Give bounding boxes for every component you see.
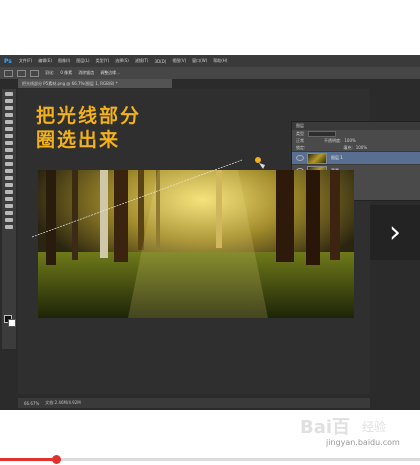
stamp-tool-icon[interactable] xyxy=(5,148,13,152)
kind-label: 类型 xyxy=(296,130,304,136)
quick-select-tool-icon[interactable] xyxy=(5,113,13,117)
menu-select[interactable]: 选择(S) xyxy=(112,58,132,64)
menu-window[interactable]: 窗口(W) xyxy=(189,58,210,64)
menu-3d[interactable]: 3D(D) xyxy=(151,59,169,64)
ps-logo: Ps xyxy=(4,57,12,65)
baidu-url: jingyan.baidu.com xyxy=(326,438,400,447)
next-slide-button[interactable]: › xyxy=(370,205,420,260)
tools-panel xyxy=(2,89,16,349)
antialias-checkbox[interactable]: 消除锯齿 xyxy=(78,70,94,76)
lasso-selection-path xyxy=(31,157,265,238)
lock-row: 锁定: 填充: 100% xyxy=(292,144,420,151)
layer-thumbnail xyxy=(307,152,327,164)
menu-layer[interactable]: 图层(L) xyxy=(73,58,92,64)
history-brush-tool-icon[interactable] xyxy=(5,155,13,159)
dodge-tool-icon[interactable] xyxy=(5,183,13,187)
gradient-tool-icon[interactable] xyxy=(5,169,13,173)
layer-filter-row: 类型 xyxy=(292,130,420,137)
zoom-tool-icon[interactable] xyxy=(5,225,13,229)
menu-file[interactable]: 文件(F) xyxy=(16,58,35,64)
tutorial-caption: 把光线部分 圈选出来 xyxy=(36,104,141,152)
layer-name: 图层 1 xyxy=(331,155,343,160)
baidu-logo: Bai百 xyxy=(300,417,351,438)
lasso-tool-icon[interactable] xyxy=(5,106,13,110)
visibility-eye-icon[interactable] xyxy=(296,155,304,161)
lasso-tool-preset-icon[interactable] xyxy=(4,69,13,77)
kind-select[interactable] xyxy=(308,130,336,137)
healing-tool-icon[interactable] xyxy=(5,134,13,138)
zoom-readout[interactable]: 66.67% xyxy=(24,401,39,406)
brush-tool-icon[interactable] xyxy=(5,141,13,145)
feather-value[interactable]: 0 像素 xyxy=(60,70,72,76)
menu-help[interactable]: 帮助(H) xyxy=(210,58,230,64)
video-progress-fill xyxy=(0,458,55,461)
hand-tool-icon[interactable] xyxy=(5,218,13,222)
layer-row-1[interactable]: 图层 1 xyxy=(292,151,420,164)
crop-tool-icon[interactable] xyxy=(5,120,13,124)
background-color-swatch[interactable] xyxy=(8,319,16,327)
feather-label: 羽化: xyxy=(45,70,55,75)
menu-type[interactable]: 类型(Y) xyxy=(93,58,113,64)
menu-edit[interactable]: 编辑(E) xyxy=(35,58,55,64)
status-bar: 66.67% 文档:2.46M/4.92M xyxy=(18,398,370,408)
refine-edge-button[interactable]: 调整边缘... xyxy=(100,70,120,76)
eyedropper-tool-icon[interactable] xyxy=(5,127,13,131)
menu-view[interactable]: 视图(V) xyxy=(169,58,189,64)
path-select-tool-icon[interactable] xyxy=(5,204,13,208)
move-tool-icon[interactable] xyxy=(5,92,13,96)
marquee-tool-icon[interactable] xyxy=(5,99,13,103)
pen-tool-icon[interactable] xyxy=(5,190,13,194)
new-selection-icon[interactable] xyxy=(17,69,26,77)
document-size: 文档:2.46M/4.92M xyxy=(45,400,81,405)
fill-label: 填充: xyxy=(343,144,353,150)
lock-label: 锁定: xyxy=(296,144,306,150)
eraser-tool-icon[interactable] xyxy=(5,162,13,166)
chevron-right-icon: › xyxy=(389,215,401,250)
shape-tool-icon[interactable] xyxy=(5,211,13,215)
layers-panel-tabs: 图层 xyxy=(292,122,420,130)
fill-value[interactable]: 100% xyxy=(356,145,367,150)
blend-row: 正常 不透明度: 100% xyxy=(292,137,420,144)
baidu-jingyan-label: 经验 xyxy=(362,420,387,434)
opacity-label: 不透明度: xyxy=(324,137,342,143)
tab-layers[interactable]: 图层 xyxy=(296,123,304,129)
add-selection-icon[interactable] xyxy=(30,69,39,77)
caption-line-2: 圈选出来 xyxy=(36,129,121,151)
video-progress-knob[interactable] xyxy=(52,455,61,464)
caption-line-1: 把光线部分 xyxy=(36,105,142,127)
blur-tool-icon[interactable] xyxy=(5,176,13,180)
video-progress-bar[interactable] xyxy=(0,458,420,461)
menu-image[interactable]: 图像(I) xyxy=(55,58,73,64)
blend-mode-select[interactable]: 正常 xyxy=(296,138,304,144)
menu-filter[interactable]: 滤镜(T) xyxy=(132,58,152,64)
type-tool-icon[interactable] xyxy=(5,197,13,201)
document-tab[interactable]: 把光线部分 P5素材.png @ 66.7%(图层 1, RGB/8) * xyxy=(18,79,172,88)
menu-bar: Ps 文件(F) 编辑(E) 图像(I) 图层(L) 类型(Y) 选择(S) 滤… xyxy=(0,55,420,67)
opacity-value[interactable]: 100% xyxy=(344,138,355,143)
